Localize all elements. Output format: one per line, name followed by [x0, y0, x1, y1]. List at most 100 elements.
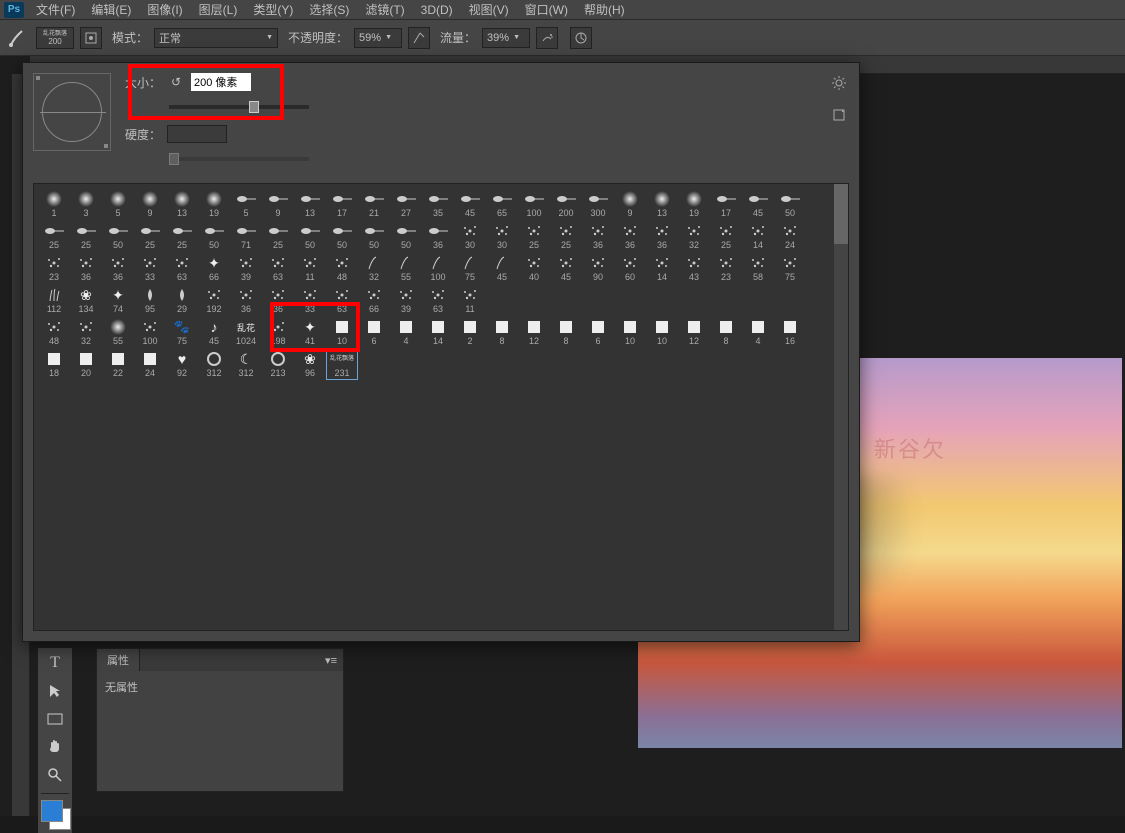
zoom-tool[interactable] — [41, 763, 69, 787]
brush-preset-item[interactable]: 24 — [134, 348, 166, 380]
brush-preset-item[interactable]: 17 — [710, 188, 742, 220]
brush-preset-item[interactable]: 23 — [38, 252, 70, 284]
brush-preset-item[interactable]: 50 — [326, 220, 358, 252]
brush-preset-item[interactable]: 乱花飘落231 — [326, 348, 358, 380]
new-preset-icon[interactable] — [831, 107, 847, 126]
properties-tab[interactable]: 属性 — [97, 649, 140, 671]
brush-preset-item[interactable]: 32 — [678, 220, 710, 252]
brush-preset-item[interactable]: 192 — [198, 284, 230, 316]
brush-preset-item[interactable]: 43 — [678, 252, 710, 284]
brush-size-input[interactable] — [191, 73, 251, 91]
brush-preset-item[interactable]: 75 — [454, 252, 486, 284]
brush-preset-item[interactable]: 65 — [486, 188, 518, 220]
brush-preset-item[interactable]: 100 — [518, 188, 550, 220]
brush-preset-item[interactable]: 60 — [614, 252, 646, 284]
brush-preset-item[interactable]: 9 — [262, 188, 294, 220]
pressure-size-toggle[interactable] — [570, 27, 592, 49]
brush-preset-item[interactable]: 45 — [454, 188, 486, 220]
brush-preset-item[interactable]: ♪45 — [198, 316, 230, 348]
brush-preset-item[interactable]: 13 — [294, 188, 326, 220]
brush-preset-item[interactable]: 36 — [422, 220, 454, 252]
brush-preset-item[interactable]: 55 — [102, 316, 134, 348]
flow-field[interactable]: 39% ▼ — [482, 28, 530, 48]
brush-preset-item[interactable]: 8 — [550, 316, 582, 348]
brush-preset-item[interactable]: 36 — [230, 284, 262, 316]
brush-preset-item[interactable]: 25 — [262, 220, 294, 252]
brush-preset-item[interactable]: 21 — [358, 188, 390, 220]
brush-preset-item[interactable]: 312 — [198, 348, 230, 380]
brush-preset-item[interactable]: 16 — [774, 316, 806, 348]
brush-preset-item[interactable]: 40 — [518, 252, 550, 284]
brush-preset-item[interactable]: 9 — [134, 188, 166, 220]
brush-preset-item[interactable]: 63 — [326, 284, 358, 316]
brush-preset-item[interactable]: 100 — [422, 252, 454, 284]
brush-preset-item[interactable]: 10 — [614, 316, 646, 348]
reset-size-icon[interactable]: ↺ — [167, 73, 185, 91]
menu-help[interactable]: 帮助(H) — [580, 0, 629, 20]
brush-preset-item[interactable]: 36 — [614, 220, 646, 252]
brush-preset-item[interactable]: 63 — [262, 252, 294, 284]
brush-preset-item[interactable]: 14 — [422, 316, 454, 348]
brush-preset-item[interactable]: 3 — [70, 188, 102, 220]
brush-preset-item[interactable]: 66 — [358, 284, 390, 316]
brush-panel-toggle[interactable] — [80, 27, 102, 49]
brush-preset-item[interactable]: 39 — [230, 252, 262, 284]
brush-preset-item[interactable]: 5 — [230, 188, 262, 220]
brush-hardness-slider[interactable] — [169, 157, 309, 161]
brush-preset-item[interactable]: 36 — [102, 252, 134, 284]
brush-preset-item[interactable]: 25 — [134, 220, 166, 252]
brush-preset-item[interactable]: ✦66 — [198, 252, 230, 284]
brush-preset-item[interactable]: ☾312 — [230, 348, 262, 380]
brush-preset-item[interactable]: 11 — [294, 252, 326, 284]
brush-angle-control[interactable] — [33, 73, 111, 151]
brush-preset-item[interactable]: 25 — [710, 220, 742, 252]
brush-preset-item[interactable]: 25 — [550, 220, 582, 252]
brush-preset-item[interactable]: 36 — [262, 284, 294, 316]
brush-preset-item[interactable]: 14 — [742, 220, 774, 252]
brush-preset-item[interactable]: 12 — [678, 316, 710, 348]
hand-tool[interactable] — [41, 735, 69, 759]
brush-preset-item[interactable]: 1 — [38, 188, 70, 220]
brush-preset-item[interactable]: 25 — [518, 220, 550, 252]
brush-preset-item[interactable]: 112 — [38, 284, 70, 316]
brush-preset-item[interactable]: 32 — [358, 252, 390, 284]
brush-preset-item[interactable]: 29 — [166, 284, 198, 316]
rectangle-tool[interactable] — [41, 707, 69, 731]
brush-preset-item[interactable]: 4 — [390, 316, 422, 348]
brush-preset-item[interactable]: 50 — [358, 220, 390, 252]
brush-preset-item[interactable]: 10 — [646, 316, 678, 348]
scrollbar-thumb[interactable] — [834, 184, 848, 244]
brush-preset-item[interactable]: 32 — [70, 316, 102, 348]
brush-preset-item[interactable]: 23 — [710, 252, 742, 284]
menu-image[interactable]: 图像(I) — [143, 0, 186, 20]
brush-preset-item[interactable]: 12 — [518, 316, 550, 348]
brush-preset-item[interactable]: 25 — [70, 220, 102, 252]
brush-preset-item[interactable]: 33 — [294, 284, 326, 316]
brush-preset-item[interactable]: 30 — [454, 220, 486, 252]
brush-preset-item[interactable]: 20 — [70, 348, 102, 380]
menu-view[interactable]: 视图(V) — [465, 0, 513, 20]
brush-preset-item[interactable]: 27 — [390, 188, 422, 220]
brush-preset-item[interactable]: ✦41 — [294, 316, 326, 348]
brush-preset-item[interactable]: 95 — [134, 284, 166, 316]
gear-icon[interactable] — [831, 75, 847, 94]
brush-preset-item[interactable]: 13 — [646, 188, 678, 220]
airbrush-toggle[interactable] — [536, 27, 558, 49]
color-swatches[interactable] — [41, 800, 69, 830]
brush-preset-item[interactable]: 50 — [198, 220, 230, 252]
type-tool[interactable]: T — [41, 651, 69, 675]
brush-preset-item[interactable]: 63 — [166, 252, 198, 284]
brush-scrollbar[interactable] — [834, 184, 848, 630]
brush-preset-item[interactable]: 200 — [550, 188, 582, 220]
brush-preset-item[interactable]: 19 — [198, 188, 230, 220]
brush-preset-item[interactable]: 18 — [38, 348, 70, 380]
brush-preset-item[interactable]: 6 — [358, 316, 390, 348]
brush-preset-item[interactable]: 14 — [646, 252, 678, 284]
brush-preset-dropdown[interactable]: 乱花飘落 200 — [36, 27, 74, 49]
brush-preset-item[interactable]: 45 — [742, 188, 774, 220]
brush-preset-item[interactable]: 乱花1024 — [230, 316, 262, 348]
path-select-tool[interactable] — [41, 679, 69, 703]
brush-preset-item[interactable]: ♥92 — [166, 348, 198, 380]
foreground-color[interactable] — [41, 800, 63, 822]
brush-preset-item[interactable]: 48 — [38, 316, 70, 348]
